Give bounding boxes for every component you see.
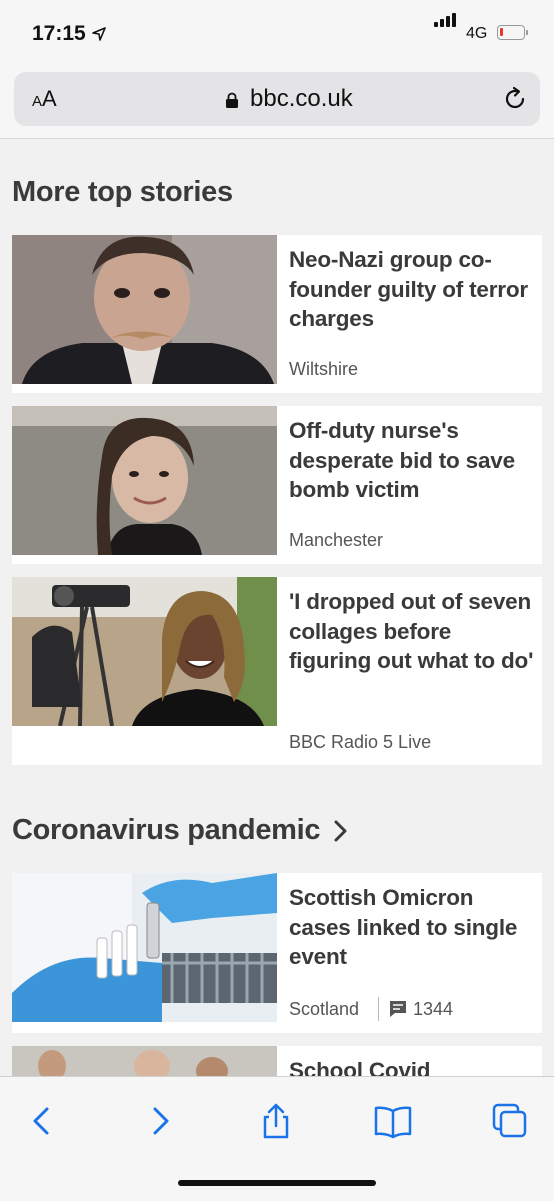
story-headline[interactable]: 'I dropped out of seven collages before …	[289, 587, 534, 676]
story-headline[interactable]: Off-duty nurse's desperate bid to save b…	[289, 416, 534, 505]
home-indicator[interactable]	[178, 1180, 376, 1186]
story-card[interactable]: 'I dropped out of seven collages before …	[12, 577, 542, 765]
story-tag[interactable]: Manchester	[289, 530, 383, 551]
bookmarks-icon[interactable]	[373, 1101, 413, 1141]
comment-icon	[390, 1001, 406, 1017]
back-icon[interactable]	[22, 1101, 62, 1141]
story-tag[interactable]: Scotland	[289, 999, 359, 1020]
reload-icon[interactable]	[502, 86, 528, 112]
story-image	[12, 406, 277, 555]
story-tag[interactable]: BBC Radio 5 Live	[289, 732, 431, 753]
network-type: 4G	[466, 25, 488, 42]
story-image	[12, 577, 277, 726]
location-arrow-icon	[92, 27, 106, 41]
section-title-coronavirus[interactable]: Coronavirus pandemic	[12, 814, 348, 847]
status-time: 17:15	[32, 22, 86, 45]
story-card[interactable]: Off-duty nurse's desperate bid to save b…	[12, 406, 542, 564]
browser-address-area: AA bbc.co.uk	[0, 66, 554, 139]
section-title-top-stories: More top stories	[12, 176, 233, 208]
chevron-right-icon[interactable]	[334, 820, 348, 842]
tabs-icon[interactable]	[490, 1101, 530, 1141]
story-headline[interactable]: Neo-Nazi group co-founder guilty of terr…	[289, 245, 534, 334]
share-icon[interactable]	[256, 1101, 296, 1141]
section-title-text[interactable]: Coronavirus pandemic	[12, 814, 321, 846]
story-card[interactable]: Neo-Nazi group co-founder guilty of terr…	[12, 235, 542, 393]
story-card[interactable]: Scottish Omicron cases linked to single …	[12, 873, 542, 1033]
lock-icon	[226, 92, 238, 108]
story-image	[12, 235, 277, 384]
text-size-button[interactable]: AA	[32, 86, 57, 112]
comment-count[interactable]: 1344	[413, 999, 453, 1020]
story-image	[12, 873, 277, 1022]
story-headline[interactable]: Scottish Omicron cases linked to single …	[289, 883, 534, 972]
battery-icon	[497, 25, 525, 40]
status-bar: 17:15 4G	[0, 0, 554, 66]
url-text: bbc.co.uk	[250, 85, 353, 112]
address-bar[interactable]: AA bbc.co.uk	[14, 72, 540, 126]
story-tag[interactable]: Wiltshire	[289, 359, 358, 380]
forward-icon[interactable]	[140, 1101, 180, 1141]
